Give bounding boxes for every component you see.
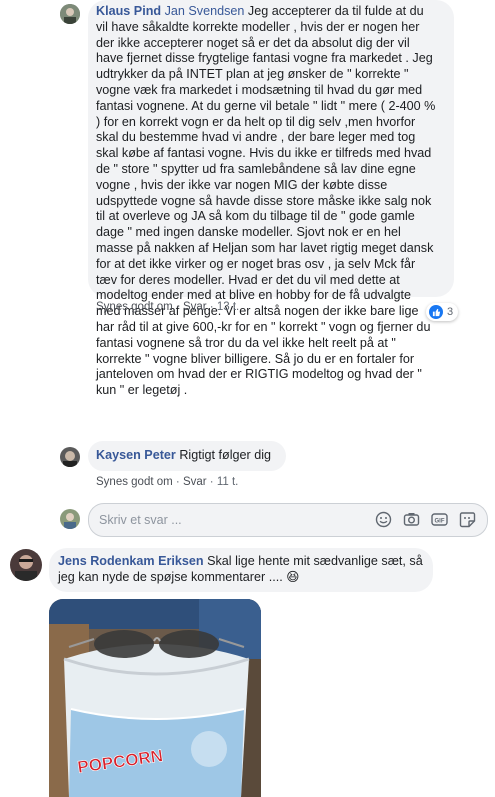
comment-line: der ikke accepterer noget så er det da a…	[96, 35, 410, 50]
comment-actions: Synes godt om · Svar · 11 t.	[96, 476, 239, 488]
comment-actions: Synes godt om · Svar · 13 t.	[96, 301, 240, 313]
reply-link[interactable]: Svar	[183, 301, 207, 313]
current-user-avatar	[60, 509, 80, 529]
comment-line: udspyttede vogne så havde disse store må…	[96, 193, 432, 208]
avatar[interactable]	[60, 447, 80, 467]
comment-line: ) for en korrekt vogn er da helt op til …	[96, 114, 416, 129]
comment-line: de " store " spytter ud fra samlebåndene…	[96, 161, 416, 176]
avatar[interactable]	[60, 4, 80, 24]
comment-text: Klaus Pind Jan Svendsen Jeg accepterer d…	[96, 4, 452, 399]
comment-line: kun " er legetøj .	[96, 383, 188, 398]
comment-line: dage " med ingen danske modeller. Sjovt …	[96, 225, 401, 240]
comment-line: have fjernet disse frygtelige fantasi vo…	[96, 51, 433, 66]
timestamp[interactable]: 11 t.	[217, 476, 239, 488]
comment-bubble: Klaus Pind Jan Svendsen Jeg accepterer d…	[88, 0, 454, 397]
comment-line: janteloven om hvad der er RIGTIG modelto…	[96, 367, 422, 382]
reply-placeholder: Skriv et svar ...	[99, 513, 182, 527]
gif-icon[interactable]: GIF	[431, 511, 448, 528]
reaction-badge[interactable]: 3	[426, 303, 459, 321]
comment-line: korrekte " vogne bliver billigere. Så jo…	[96, 351, 415, 366]
reaction-count: 3	[447, 306, 454, 318]
emoji-icon[interactable]	[375, 511, 392, 528]
comment-line: skal du bestemme hvad vi andre , der bar…	[96, 130, 416, 145]
camera-icon[interactable]	[403, 511, 420, 528]
like-link[interactable]: Synes godt om	[96, 301, 173, 313]
comment-bubble: Jens Rodenkam Eriksen Skal lige hente mi…	[49, 548, 433, 592]
comment-line: vogne væk fra markedet i modsætning til …	[96, 82, 423, 97]
reply-input[interactable]: Skriv et svar ... GIF	[88, 503, 488, 537]
laughing-emoji-icon: 😆	[286, 570, 300, 584]
attached-image[interactable]: POPCORN	[49, 599, 261, 797]
comment-author[interactable]: Jens Rodenkam Eriksen	[58, 554, 204, 568]
comment-line: tæv for deres modeller. Hvad er det du v…	[96, 272, 400, 287]
sticker-icon[interactable]	[459, 511, 476, 528]
comment-bubble: Kaysen Peter Rigtigt følger dig	[88, 441, 286, 471]
comment-line: for at det ikke virker og er noget bras …	[96, 256, 416, 271]
like-link[interactable]: Synes godt om	[96, 476, 173, 488]
comment-text: Rigtigt følger dig	[179, 448, 272, 462]
comment-text-line: Skal lige hente mit sædvanlige sæt, så	[203, 554, 423, 568]
comment-line: har råd til at give 600,-kr for en " kor…	[96, 319, 431, 334]
comment-line: Jeg accepterer da til fulde at du	[244, 4, 424, 18]
comment-author[interactable]: Klaus Pind	[96, 4, 161, 18]
comment-line: masse på nakken af Heljan som har lavet …	[96, 240, 434, 255]
timestamp[interactable]: 13 t.	[217, 301, 239, 313]
comment-line: skal købe af fantasi vogne. Hvis du ikke…	[96, 146, 432, 161]
reply-link[interactable]: Svar	[183, 476, 207, 488]
comment-line: udtrykker da på INTET plan at jeg ønsker…	[96, 67, 409, 82]
thumbs-up-icon	[429, 305, 443, 319]
svg-text:GIF: GIF	[435, 518, 445, 524]
comment-line: fantasi vognene så tror du da vel ikke h…	[96, 335, 396, 350]
tagged-user[interactable]: Jan Svendsen	[165, 4, 245, 18]
comment-author[interactable]: Kaysen Peter	[96, 448, 176, 462]
comment-line: fantasi vognene. At du gerne vil betale …	[96, 98, 436, 113]
comment-line: vil have såkaldte korrekte modeller , hv…	[96, 19, 420, 34]
comment-line: til at overleve og JA så kom du tilbage …	[96, 209, 415, 224]
avatar[interactable]	[10, 549, 42, 581]
comment-text-line: jeg kan nyde de spøjse kommentarer ....	[58, 570, 283, 584]
comment-line: vogne , hvis der ikke var nogen MIG der …	[96, 177, 388, 192]
